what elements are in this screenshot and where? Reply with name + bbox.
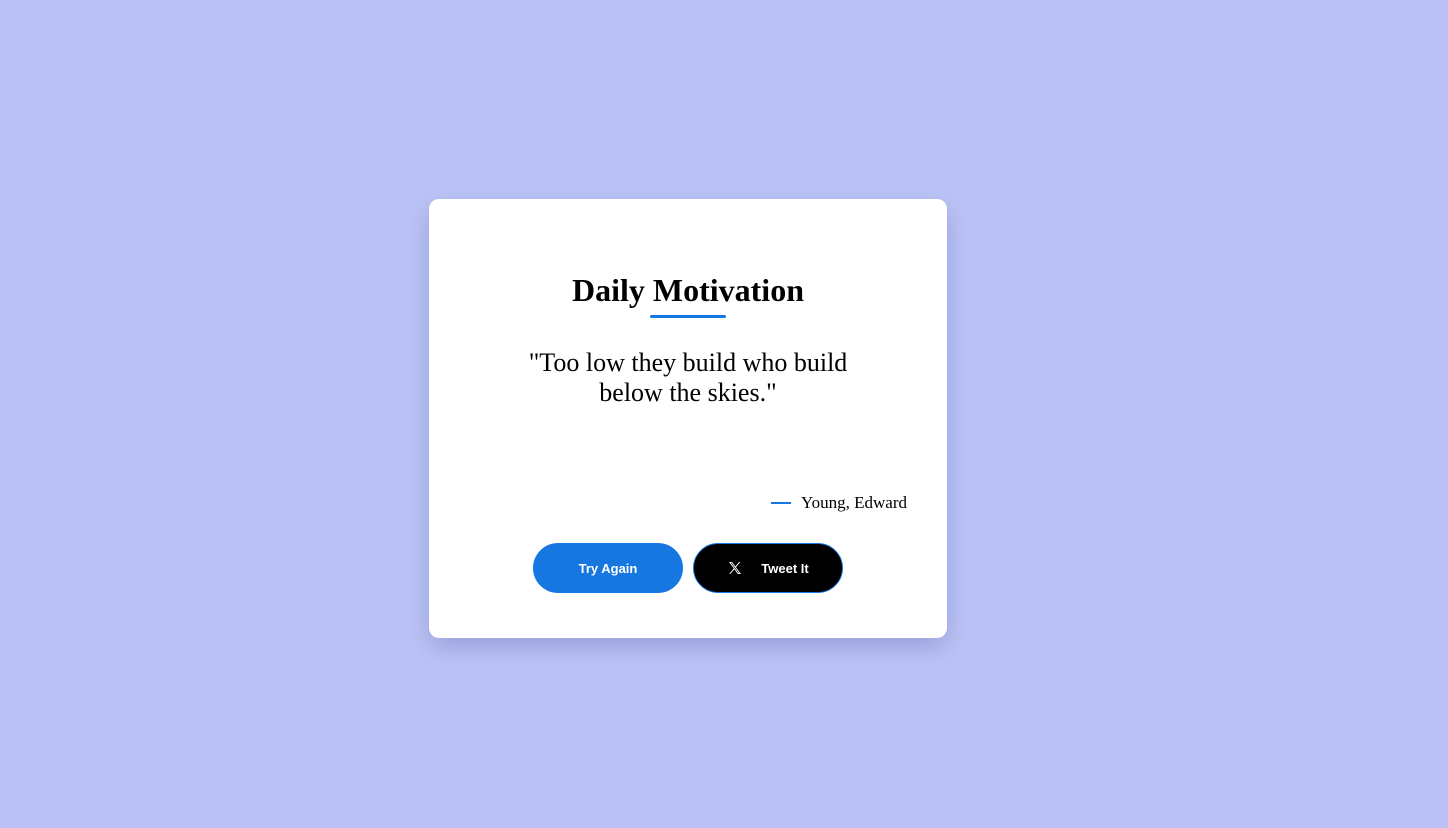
tweet-button[interactable]: Tweet It bbox=[693, 543, 843, 593]
author-dash bbox=[771, 502, 792, 504]
quote-card: Daily Motivation "Too low they build who… bbox=[429, 199, 947, 638]
quote-text: "Too low they build who build below the … bbox=[528, 348, 848, 407]
tweet-label: Tweet It bbox=[761, 560, 809, 576]
author-line: Young, Edward bbox=[771, 493, 907, 513]
x-logo-icon bbox=[727, 560, 743, 576]
author-name: Young, Edward bbox=[801, 493, 907, 512]
try-again-label: Try Again bbox=[578, 560, 638, 576]
title-underline bbox=[650, 315, 726, 318]
button-row: Try Again Tweet It bbox=[533, 543, 843, 593]
try-again-button[interactable]: Try Again bbox=[533, 543, 683, 593]
card-title: Daily Motivation bbox=[572, 272, 804, 308]
